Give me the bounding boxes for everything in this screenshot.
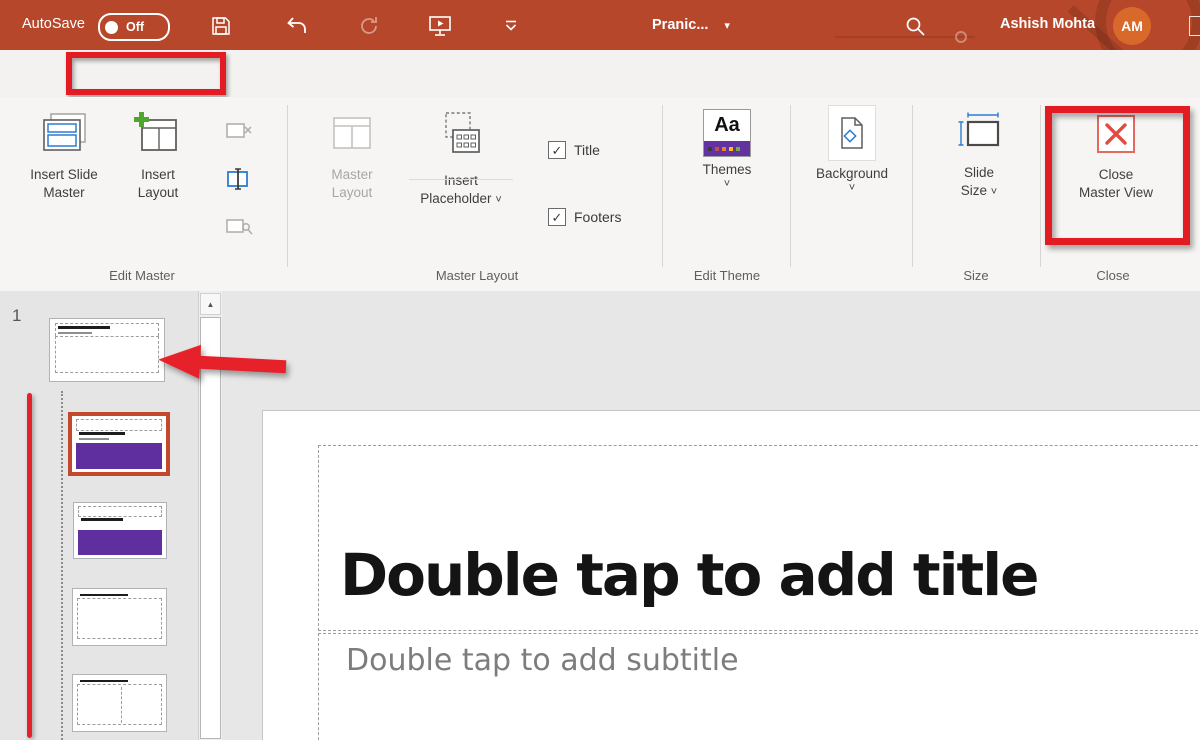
checkbox-label: Title [574,142,600,158]
insert-slide-master-button[interactable]: Insert Slide Master [18,111,110,227]
thumbnail-layout-2[interactable] [73,502,167,559]
arrow-body [198,356,287,374]
master-layout-button[interactable]: Master Layout [306,111,398,227]
undo-icon [286,16,308,36]
themes-icon: Aa [703,109,751,157]
rename-icon [225,166,253,192]
annotation-slide-master-highlight [66,52,226,95]
master-layout-icon [327,111,377,157]
document-name: Pranic... [652,17,708,33]
chevron-down-icon: ˅ [991,186,997,198]
account-name[interactable]: Ashish Mohta [1000,16,1095,32]
group-divider [287,105,288,267]
group-divider [662,105,663,267]
layout-tree-line [61,391,63,740]
chevron-down-icon: ˅ [806,183,898,194]
insert-layout-button[interactable]: Insert Layout [112,111,204,227]
themes-color-strip [704,141,750,156]
subtitle-placeholder-text[interactable]: Double tap to add subtitle [346,643,739,678]
ribbon: Insert Slide Master Insert Layout [0,97,1200,292]
group-divider [790,105,791,267]
preserve-icon [225,214,253,240]
button-label: Themes [682,161,772,179]
group-label-close: Close [1063,268,1163,283]
redo-icon [358,15,380,37]
themes-aa-text: Aa [704,110,750,141]
delete-icon [225,119,253,143]
redo-button[interactable] [356,13,382,39]
group-label-size: Size [936,268,1016,283]
thumbnail-slide-master[interactable] [49,318,165,382]
button-label: Insert Slide [18,166,110,184]
slide-size-button[interactable]: Slide Size ˅ [933,111,1025,227]
title-checkbox[interactable]: ✓ Title [548,141,600,159]
group-label-master-layout: Master Layout [407,268,547,283]
checkbox-checked-icon: ✓ [548,208,566,226]
undo-button[interactable] [284,13,310,39]
group-label-edit-master: Edit Master [82,268,202,283]
save-button[interactable] [208,13,234,39]
button-label: Master [306,166,398,184]
button-label: Master [18,184,110,202]
thumbnail-layout-1-selected[interactable] [68,412,170,476]
ribbon-tab-row: File Slide Master Home Insert Transition… [0,50,1200,97]
search-icon [905,16,926,37]
toggle-knob-icon [105,21,118,34]
footers-checkbox[interactable]: ✓ Footers [548,208,621,226]
avatar[interactable]: AM [1113,7,1151,45]
insert-placeholder-icon [436,111,486,159]
checkbox-label: Footers [574,209,621,225]
button-label: Layout [112,184,204,202]
group-divider [1040,105,1041,267]
chevron-down-icon: ˅ [495,194,501,206]
title-bar: AutoSave Off Pranic... ▾ [0,0,1200,50]
button-label: Layout [306,184,398,202]
annotation-close-highlight [1045,106,1190,245]
annotation-vertical-line [27,393,32,738]
checkbox-checked-icon: ✓ [548,141,566,159]
ribbon-options-icon[interactable] [1189,16,1200,36]
button-label: Slide [933,164,1025,182]
insert-placeholder-button[interactable]: Insert Placeholder ˅ [405,111,517,227]
button-label: Insert [405,172,517,190]
document-name-dropdown[interactable]: Pranic... ▾ [652,14,730,36]
slide-size-icon [954,111,1004,155]
chevron-down-icon: ˅ [682,179,772,190]
autosave-state: Off [126,20,144,34]
insert-layout-icon [133,111,183,157]
rename-button[interactable] [224,165,254,193]
slideshow-icon [428,14,452,38]
themes-button[interactable]: Aa Themes ˅ [682,109,772,225]
arrow-head [157,343,201,379]
more-commands-icon [504,20,518,32]
background-icon [838,116,866,150]
button-label: Background [806,165,898,183]
scrollbar-up-button[interactable]: ▲ [200,293,221,315]
start-slideshow-button[interactable] [426,12,454,40]
annotation-arrow [157,341,289,390]
title-placeholder-text[interactable]: Double tap to add title [340,541,1037,609]
thumbnail-layout-4[interactable] [72,674,167,732]
preserve-button[interactable] [224,213,254,241]
scroll-up-arrow-icon: ▲ [207,300,215,309]
delete-button[interactable] [224,117,254,145]
quick-access-more-button[interactable] [500,16,522,36]
save-icon [210,15,232,37]
button-label: Placeholder [420,191,491,206]
thumbnail-layout-3[interactable] [72,588,167,646]
slide-number: 1 [12,306,21,326]
split-button-divider [409,179,513,180]
avatar-initials: AM [1121,18,1143,34]
background-button[interactable]: Background ˅ [806,105,898,221]
autosave-label: AutoSave [22,16,85,32]
search-button[interactable] [902,13,928,39]
document-caret-icon: ▾ [724,19,730,32]
autosave-toggle[interactable]: Off [98,13,170,41]
slide-editing-canvas: Double tap to add title Double tap to ad… [222,291,1200,740]
group-label-edit-theme: Edit Theme [667,268,787,283]
button-label: Size [961,183,987,198]
insert-slide-master-icon [39,111,89,157]
group-divider [912,105,913,267]
button-label: Insert [112,166,204,184]
